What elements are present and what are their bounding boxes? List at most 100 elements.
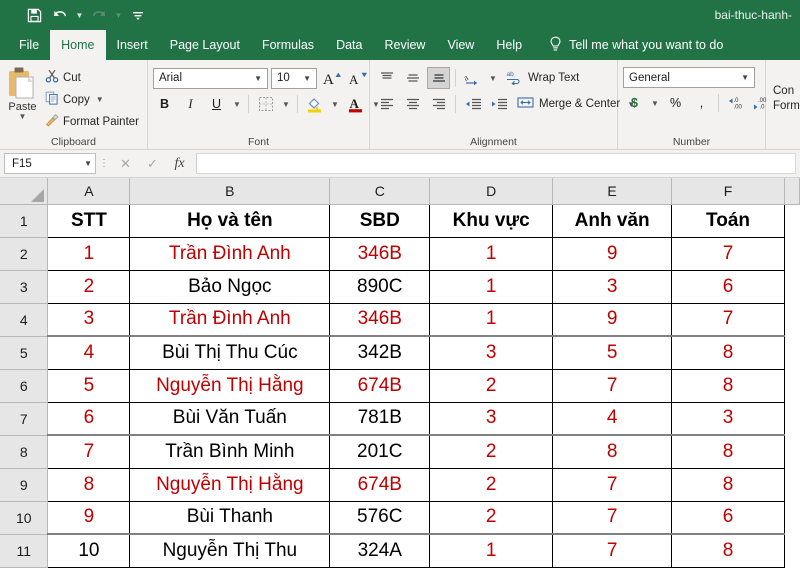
cell-c9[interactable]: 674B: [329, 467, 431, 502]
cell-a11[interactable]: 10: [47, 533, 131, 568]
underline-dropdown-icon[interactable]: ▼: [231, 93, 243, 115]
increase-decimal-button[interactable]: .0 .00: [724, 92, 747, 114]
align-top-button[interactable]: [375, 67, 398, 89]
cell-e5[interactable]: 5: [552, 335, 673, 370]
tab-data[interactable]: Data: [325, 30, 373, 60]
cell-a8[interactable]: 7: [47, 434, 131, 469]
cell-c3[interactable]: 890C: [329, 269, 431, 304]
copy-dropdown-icon[interactable]: ▼: [96, 95, 104, 104]
tab-home[interactable]: Home: [50, 30, 106, 60]
paste-button[interactable]: Paste ▼: [5, 64, 40, 121]
orientation-dropdown-icon[interactable]: ▼: [487, 67, 499, 89]
cell-d9[interactable]: 2: [429, 467, 554, 502]
column-header-g[interactable]: [784, 178, 800, 205]
align-center-button[interactable]: [401, 93, 424, 115]
save-icon[interactable]: [22, 4, 46, 26]
cell-c8[interactable]: 201C: [329, 434, 431, 469]
fill-color-dropdown-icon[interactable]: ▼: [329, 93, 341, 115]
cell-e10[interactable]: 7: [552, 500, 673, 535]
select-all-corner[interactable]: [0, 178, 49, 205]
cell-b3[interactable]: Bảo Ngọc: [129, 269, 331, 304]
conditional-formatting-button[interactable]: Con Form: [773, 64, 800, 114]
cut-button[interactable]: Cut: [42, 67, 142, 88]
column-header-c[interactable]: C: [329, 178, 431, 205]
cell-b11[interactable]: Nguyễn Thị Thu: [129, 533, 331, 568]
row-header-4[interactable]: 4: [0, 303, 49, 337]
formula-input[interactable]: [196, 153, 796, 174]
row-header-11[interactable]: 11: [0, 534, 49, 568]
cell-a4[interactable]: 3: [47, 302, 131, 337]
cell-e6[interactable]: 7: [552, 368, 673, 403]
check-icon[interactable]: ✓: [139, 153, 166, 175]
cell-g8[interactable]: [784, 435, 800, 468]
spreadsheet-grid[interactable]: A B C D E F 1 STT Họ và tên SBD Khu vực …: [0, 178, 800, 578]
align-bottom-button[interactable]: [427, 67, 450, 89]
name-box[interactable]: F15 ▼: [4, 153, 96, 174]
cell-a9[interactable]: 8: [47, 467, 131, 502]
font-color-button[interactable]: A: [344, 93, 367, 115]
cell-c7[interactable]: 781B: [329, 401, 431, 436]
row-header-10[interactable]: 10: [0, 501, 49, 535]
fill-color-button[interactable]: [303, 93, 326, 115]
undo-icon[interactable]: [48, 4, 72, 26]
tab-view[interactable]: View: [436, 30, 485, 60]
cell-g5[interactable]: [784, 336, 800, 369]
font-name-combo[interactable]: Arial ▼: [153, 67, 268, 89]
font-size-combo[interactable]: 10 ▼: [271, 67, 317, 89]
cell-c10[interactable]: 576C: [329, 500, 431, 535]
cell-e2[interactable]: 9: [552, 236, 673, 271]
decrease-decimal-button[interactable]: .00 .0: [750, 92, 773, 114]
cell-e11[interactable]: 7: [552, 533, 673, 568]
customize-quick-access-icon[interactable]: [126, 4, 150, 26]
cell-e7[interactable]: 4: [552, 401, 673, 436]
align-left-button[interactable]: [375, 93, 398, 115]
cell-a10[interactable]: 9: [47, 500, 131, 535]
cell-f2[interactable]: 7: [671, 236, 785, 271]
column-header-f[interactable]: F: [671, 178, 785, 205]
tab-review[interactable]: Review: [373, 30, 436, 60]
number-format-combo[interactable]: General ▼: [623, 67, 755, 88]
cell-c2[interactable]: 346B: [329, 236, 431, 271]
row-header-1[interactable]: 1: [0, 204, 49, 238]
row-header-8[interactable]: 8: [0, 435, 49, 469]
comma-format-button[interactable]: ,: [690, 92, 713, 114]
cell-e9[interactable]: 7: [552, 467, 673, 502]
cell-f10[interactable]: 6: [671, 500, 785, 535]
borders-button[interactable]: [254, 93, 277, 115]
insert-function-icon[interactable]: fx: [166, 153, 193, 175]
borders-dropdown-icon[interactable]: ▼: [280, 93, 292, 115]
cell-g11[interactable]: [784, 534, 800, 567]
row-header-2[interactable]: 2: [0, 237, 49, 271]
cell-c5[interactable]: 342B: [329, 335, 431, 370]
close-icon[interactable]: ✕: [112, 153, 139, 175]
cell-d4[interactable]: 1: [429, 302, 554, 337]
cell-a5[interactable]: 4: [47, 335, 131, 370]
align-right-button[interactable]: [427, 93, 450, 115]
cell-g7[interactable]: [784, 402, 800, 435]
cell-f8[interactable]: 8: [671, 434, 785, 469]
cell-e4[interactable]: 9: [552, 302, 673, 337]
chevron-down-icon[interactable]: ▼: [300, 74, 314, 83]
row-header-9[interactable]: 9: [0, 468, 49, 502]
cell-f6[interactable]: 8: [671, 368, 785, 403]
cell-f11[interactable]: 8: [671, 533, 785, 568]
increase-font-size-button[interactable]: A: [320, 67, 343, 89]
cell-d6[interactable]: 2: [429, 368, 554, 403]
tab-page-layout[interactable]: Page Layout: [159, 30, 251, 60]
cell-f5[interactable]: 8: [671, 335, 785, 370]
column-header-b[interactable]: B: [129, 178, 331, 205]
cell-d11[interactable]: 1: [429, 533, 554, 568]
copy-button[interactable]: Copy ▼: [42, 89, 142, 110]
cell-g1[interactable]: [784, 204, 800, 237]
italic-button[interactable]: I: [179, 93, 202, 115]
cell-d2[interactable]: 1: [429, 236, 554, 271]
cell-c11[interactable]: 324A: [329, 533, 431, 568]
bold-button[interactable]: B: [153, 93, 176, 115]
cell-g9[interactable]: [784, 468, 800, 501]
align-middle-button[interactable]: [401, 67, 424, 89]
cell-g4[interactable]: [784, 303, 800, 336]
cell-f7[interactable]: 3: [671, 401, 785, 436]
cell-g10[interactable]: [784, 501, 800, 534]
row-header-7[interactable]: 7: [0, 402, 49, 436]
cell-a7[interactable]: 6: [47, 401, 131, 436]
